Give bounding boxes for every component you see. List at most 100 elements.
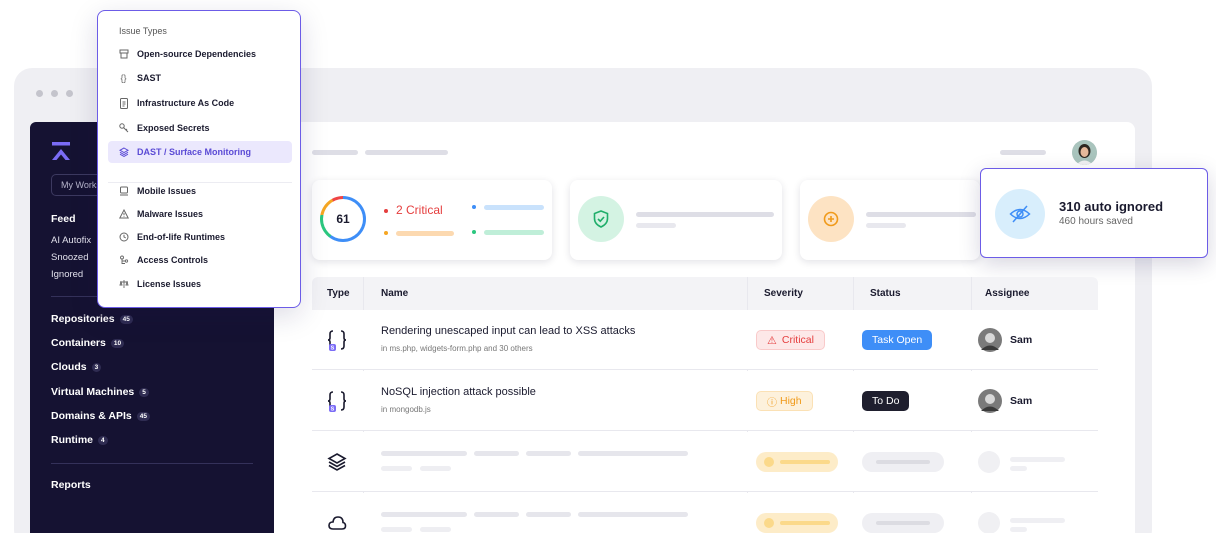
window-dot[interactable] — [51, 90, 58, 97]
sidebar-item-repositories[interactable]: Repositories 45 — [51, 313, 133, 325]
issue-location: in mongodb.js — [381, 405, 431, 414]
sidebar-item-containers[interactable]: Containers 10 — [51, 337, 125, 349]
user-avatar[interactable] — [1072, 140, 1097, 165]
placeholder-bar — [866, 212, 976, 217]
assignee-name: Sam — [1010, 395, 1033, 407]
dropdown-item-sast[interactable]: {} SAST — [108, 67, 292, 89]
severity-label: High — [780, 395, 802, 407]
placeholder-bar — [636, 223, 676, 228]
issues-total: 61 — [323, 199, 363, 239]
assignee[interactable]: Sam — [978, 328, 1032, 352]
auto-ignored-title: 310 auto ignored — [1059, 199, 1164, 214]
critical-count: 2 Critical — [396, 203, 443, 217]
placeholder-bar — [381, 512, 467, 517]
sidebar-divider — [51, 463, 253, 464]
sidebar-item-reports[interactable]: Reports — [51, 479, 91, 491]
column-header-severity[interactable]: Severity — [764, 288, 803, 299]
table-row[interactable]: S NoSQL injection attack possible in mon… — [312, 371, 1098, 431]
high-bar — [396, 231, 454, 236]
sidebar-item-snoozed[interactable]: Snoozed — [51, 252, 89, 263]
medium-bar — [484, 205, 544, 210]
fix-card[interactable] — [800, 180, 980, 260]
window-controls — [36, 90, 73, 97]
column-header-name[interactable]: Name — [381, 288, 408, 299]
dropdown-item-access-controls[interactable]: Access Controls — [108, 249, 292, 271]
placeholder-bar — [381, 451, 467, 456]
dropdown-item-malware-issues[interactable]: Malware Issues — [108, 203, 292, 225]
severity-label: Critical — [781, 334, 814, 346]
placeholder-bar — [1010, 466, 1027, 471]
issues-summary-card[interactable]: 61 2 Critical — [312, 180, 552, 260]
clock-icon — [118, 232, 129, 243]
table-row[interactable]: S Rendering unescaped input can lead to … — [312, 310, 1098, 370]
dropdown-item-label: End-of-life Runtimes — [137, 232, 225, 242]
code-braces-icon: {} — [120, 73, 127, 83]
info-circle-icon: ⓘ — [767, 397, 777, 409]
count-badge: 5 — [139, 387, 149, 397]
aikido-logo-icon[interactable] — [52, 142, 70, 160]
dropdown-item-label: Infrastructure As Code — [137, 98, 235, 108]
layers-icon — [118, 147, 129, 158]
sidebar-item-feed[interactable]: Feed — [51, 213, 76, 225]
sidebar-item-clouds[interactable]: Clouds 3 — [51, 361, 102, 373]
header-placeholder — [1000, 150, 1046, 155]
mobile-icon — [118, 186, 129, 197]
column-header-status[interactable]: Status — [870, 288, 901, 299]
package-icon — [118, 49, 129, 60]
sidebar-item-label: Runtime — [51, 434, 93, 446]
dropdown-item-dast-surface-monitoring[interactable]: DAST / Surface Monitoring — [108, 141, 292, 163]
column-header-assignee[interactable]: Assignee — [985, 288, 1029, 299]
placeholder-bar — [474, 451, 519, 456]
dropdown-item-open-source-dependencies[interactable]: Open-source Dependencies — [108, 43, 292, 65]
sidebar-item-label: Containers — [51, 337, 106, 349]
sidebar-item-runtime[interactable]: Runtime 4 — [51, 434, 108, 446]
access-icon — [118, 255, 129, 266]
status-placeholder — [862, 452, 944, 472]
protection-card[interactable] — [570, 180, 782, 260]
column-header-type[interactable]: Type — [327, 288, 350, 299]
app-stage: My Workspace Feed AI Autofix Snoozed Ign… — [0, 0, 1216, 533]
dropdown-header: Issue Types — [119, 26, 167, 36]
code-braces-icon: S — [327, 330, 347, 352]
severity-badge-high[interactable]: ⓘ High — [756, 391, 813, 411]
issues-donut-chart: 61 — [320, 196, 366, 242]
table-row[interactable] — [312, 493, 1098, 533]
warning-icon — [118, 209, 129, 220]
dropdown-item-mobile-issues[interactable]: Mobile Issues — [108, 180, 292, 202]
dropdown-item-infrastructure-as-code[interactable]: Infrastructure As Code — [108, 92, 292, 114]
svg-text:S: S — [331, 346, 335, 352]
severity-badge-critical[interactable]: ⚠ Critical — [756, 330, 825, 350]
status-badge[interactable]: Task Open — [862, 330, 933, 350]
file-code-icon — [118, 97, 129, 109]
status-badge[interactable]: To Do — [862, 391, 910, 411]
dropdown-item-exposed-secrets[interactable]: Exposed Secrets — [108, 117, 292, 139]
hours-saved: 460 hours saved — [1059, 216, 1133, 227]
auto-ignored-card[interactable]: 310 auto ignored 460 hours saved — [980, 168, 1208, 258]
dropdown-item-end-of-life-runtimes[interactable]: End-of-life Runtimes — [108, 226, 292, 248]
placeholder-bar — [526, 512, 571, 517]
breadcrumb-placeholder — [312, 150, 358, 155]
placeholder-bar — [474, 512, 519, 517]
sidebar-item-label: Virtual Machines — [51, 386, 135, 398]
table-row[interactable] — [312, 432, 1098, 492]
placeholder-bar — [420, 466, 451, 471]
sidebar-item-virtual-machines[interactable]: Virtual Machines 5 — [51, 386, 149, 398]
placeholder-bar — [381, 466, 412, 471]
high-dot — [384, 231, 388, 235]
window-dot[interactable] — [66, 90, 73, 97]
low-dot — [472, 230, 476, 234]
dropdown-item-label: Open-source Dependencies — [137, 49, 257, 59]
sidebar-item-ignored[interactable]: Ignored — [51, 269, 83, 280]
issue-title[interactable]: Rendering unescaped input can lead to XS… — [381, 325, 635, 337]
sidebar-item-domains-apis[interactable]: Domains & APIs 45 — [51, 410, 150, 422]
placeholder-bar — [578, 451, 688, 456]
avatar — [978, 389, 1002, 413]
assignee[interactable]: Sam — [978, 389, 1032, 413]
placeholder-bar — [1010, 518, 1065, 523]
severity-placeholder — [756, 513, 838, 533]
dropdown-item-license-issues[interactable]: License Issues — [108, 273, 292, 295]
issue-title[interactable]: NoSQL injection attack possible — [381, 386, 536, 398]
assignee-name: Sam — [1010, 334, 1033, 346]
window-dot[interactable] — [36, 90, 43, 97]
sidebar-item-ai-autofix[interactable]: AI Autofix — [51, 235, 91, 246]
